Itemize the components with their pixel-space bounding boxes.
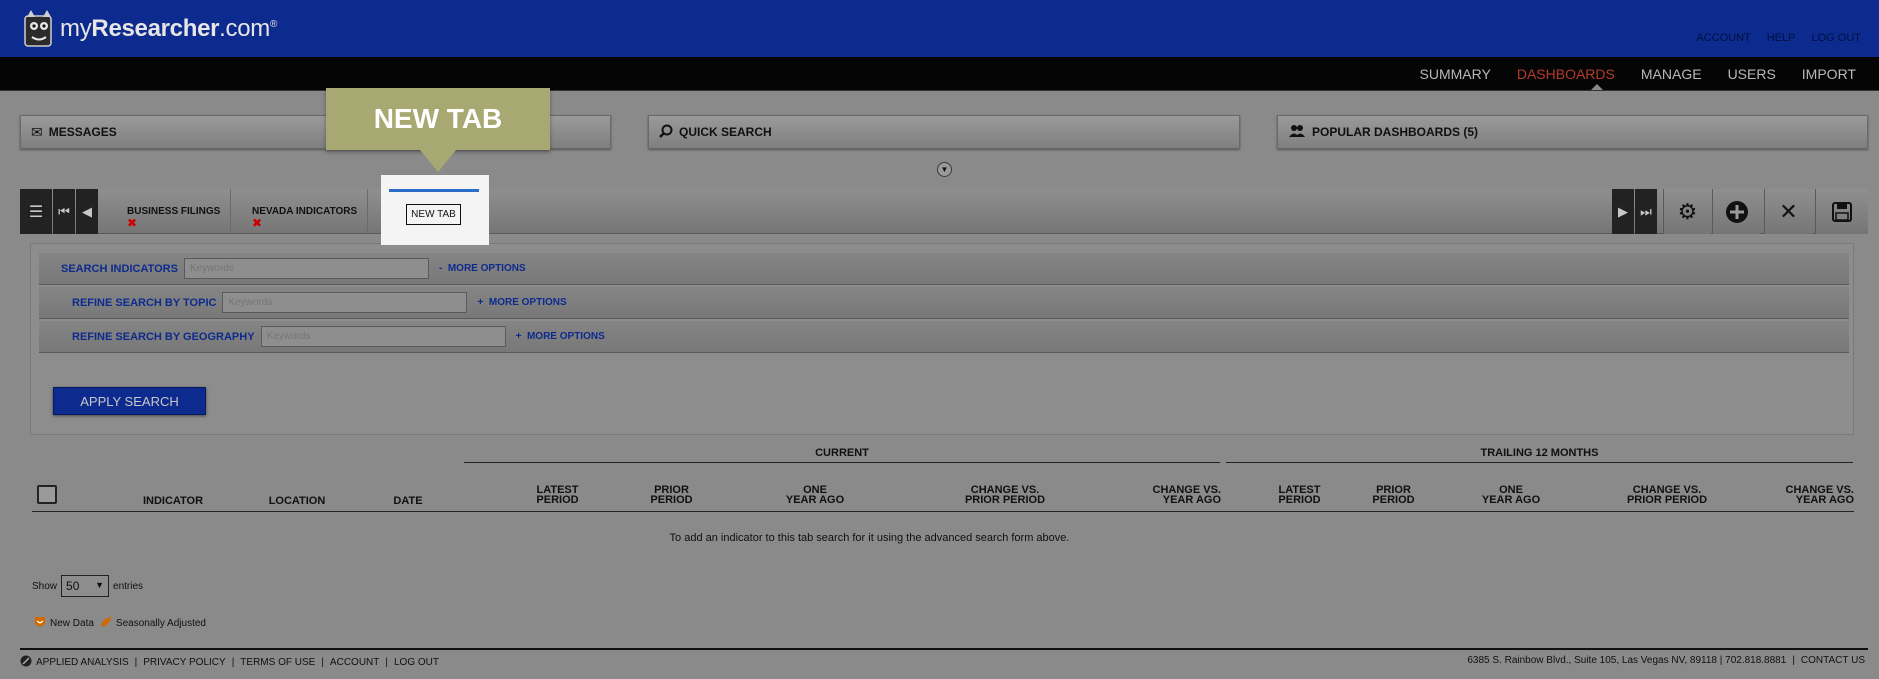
search-indicators-input[interactable] <box>183 258 429 279</box>
col-date[interactable]: DATE <box>385 496 431 507</box>
popular-dashboards-panel[interactable]: POPULAR DASHBOARDS (5) <box>1277 115 1868 149</box>
legend: New Data Seasonally Adjusted <box>34 616 206 631</box>
nav-dashboards[interactable]: DASHBOARDS <box>1504 66 1628 82</box>
footer-divider <box>20 648 1868 650</box>
tab-label: NEVADA INDICATORS <box>252 206 358 217</box>
refine-geography-label: REFINE SEARCH BY GEOGRAPHY <box>72 330 255 343</box>
nav-users[interactable]: USERS <box>1715 66 1789 82</box>
quick-search-panel[interactable]: QUICK SEARCH <box>648 115 1240 149</box>
select-all-checkbox[interactable] <box>37 485 57 504</box>
tab-label: BUSINESS FILINGS <box>127 206 221 217</box>
footer-links: APPLIED ANALYSIS | PRIVACY POLICY | TERMS … <box>20 655 439 670</box>
refine-geography-input[interactable] <box>260 326 506 347</box>
refine-topic-input[interactable] <box>222 292 468 313</box>
footer-address: 6385 S. Rainbow Blvd., Suite 105, Las Ve… <box>1467 655 1787 666</box>
show-label: Show <box>32 580 58 592</box>
col-location[interactable]: LOCATION <box>262 496 332 507</box>
last-tab-icon[interactable]: ⏭ <box>1635 189 1657 234</box>
entries-suffix: entries <box>113 580 144 592</box>
search-icon <box>659 124 673 141</box>
footer-link-account[interactable]: ACCOUNT <box>330 657 379 668</box>
footer-link-logout[interactable]: LOG OUT <box>394 657 439 668</box>
active-nav-indicator <box>1591 84 1603 90</box>
save-icon[interactable] <box>1815 189 1868 234</box>
refine-topic-label: REFINE SEARCH BY TOPIC <box>72 296 217 309</box>
top-link-help[interactable]: HELP <box>1759 32 1804 44</box>
new-tab-label: NEW TAB <box>406 204 461 225</box>
footer-link-contact[interactable]: CONTACT US <box>1801 655 1865 666</box>
brand-name: myResearcher.com® <box>60 15 278 42</box>
nav-manage[interactable]: MANAGE <box>1628 66 1715 82</box>
tab-nevada-indicators[interactable]: NEVADA INDICATORS ✖ <box>240 189 369 234</box>
brand-logo[interactable]: myResearcher.com® <box>22 6 277 52</box>
new-tab-callout: NEW TAB <box>326 88 550 150</box>
gear-icon[interactable]: ⚙ <box>1663 189 1711 234</box>
tab-new[interactable]: NEW TAB <box>389 189 479 234</box>
show-entries: Show 50 ▼ entries <box>32 575 143 597</box>
footer-link-privacy[interactable]: PRIVACY POLICY <box>143 657 225 668</box>
entries-value: 50 <box>66 579 80 593</box>
top-links: ACCOUNT HELP LOG OUT <box>1688 32 1869 44</box>
list-icon[interactable]: ☰ <box>20 189 52 234</box>
applied-analysis-icon <box>20 655 32 670</box>
refine-topic-row: REFINE SEARCH BY TOPIC + MORE OPTIONS <box>39 287 1849 319</box>
mascot-icon <box>24 10 52 47</box>
more-options-toggle[interactable]: - MORE OPTIONS <box>439 263 526 274</box>
tab-strip: ☰ ⏮ ◀ BUSINESS FILINGS ✖ NEVADA INDICATO… <box>20 189 1868 234</box>
col-current-latest-period[interactable]: LATEST PERIOD <box>520 485 595 506</box>
col-current-change-vs-prior[interactable]: CHANGE VS. PRIOR PERIOD <box>950 485 1060 506</box>
nav-import[interactable]: IMPORT <box>1789 66 1869 82</box>
col-trailing-change-vs-year[interactable]: CHANGE VS. YEAR AGO <box>1754 485 1854 506</box>
col-current-one-year-ago[interactable]: ONE YEAR AGO <box>770 485 860 506</box>
footer-link-applied-analysis[interactable]: APPLIED ANALYSIS <box>36 657 129 668</box>
footer-link-terms[interactable]: TERMS OF USE <box>240 657 315 668</box>
envelope-icon: ✉ <box>31 123 43 140</box>
first-tab-icon[interactable]: ⏮ <box>53 189 75 234</box>
apply-search-button[interactable]: APPLY SEARCH <box>53 387 206 415</box>
add-icon[interactable] <box>1712 189 1760 234</box>
group-header-current: CURRENT <box>464 447 1220 463</box>
col-trailing-prior-period[interactable]: PRIOR PERIOD <box>1356 485 1431 506</box>
close-icon[interactable]: ✕ <box>1764 189 1812 234</box>
col-trailing-one-year-ago[interactable]: ONE YEAR AGO <box>1466 485 1556 506</box>
nav-summary[interactable]: SUMMARY <box>1407 66 1504 82</box>
search-indicators-row: SEARCH INDICATORS - MORE OPTIONS <box>39 253 1849 285</box>
popular-dashboards-label: POPULAR DASHBOARDS (5) <box>1312 125 1479 139</box>
refine-geography-row: REFINE SEARCH BY GEOGRAPHY + MORE OPTION… <box>39 321 1849 353</box>
col-current-change-vs-year[interactable]: CHANGE VS. YEAR AGO <box>1120 485 1221 506</box>
chevron-down-icon: ▼ <box>95 580 105 590</box>
tab-business-filings[interactable]: BUSINESS FILINGS ✖ <box>115 189 232 234</box>
quick-search-label: QUICK SEARCH <box>679 125 772 139</box>
footer-contact: 6385 S. Rainbow Blvd., Suite 105, Las Ve… <box>1467 655 1865 666</box>
table-header-divider <box>32 511 1854 512</box>
more-options-toggle[interactable]: + MORE OPTIONS <box>477 297 566 308</box>
search-panel: SEARCH INDICATORS - MORE OPTIONS REFINE … <box>30 243 1854 435</box>
col-indicator[interactable]: INDICATOR <box>138 496 208 507</box>
users-icon <box>1288 124 1306 141</box>
new-data-icon <box>34 616 46 631</box>
entries-select[interactable]: 50 ▼ <box>61 575 110 597</box>
table-empty-message: To add an indicator to this tab search f… <box>669 532 1070 544</box>
more-options-toggle[interactable]: + MORE OPTIONS <box>516 331 605 342</box>
search-indicators-label: SEARCH INDICATORS <box>61 262 178 275</box>
col-trailing-latest-period[interactable]: LATEST PERIOD <box>1262 485 1337 506</box>
chevron-down-icon[interactable]: ▼ <box>937 162 952 177</box>
previous-tab-icon[interactable]: ◀ <box>76 189 98 234</box>
group-header-trailing: TRAILING 12 MONTHS <box>1226 447 1853 463</box>
top-header: myResearcher.com® ACCOUNT HELP LOG OUT <box>0 0 1879 57</box>
top-link-logout[interactable]: LOG OUT <box>1803 32 1869 44</box>
leaf-icon <box>100 616 112 631</box>
callout-arrow <box>420 150 456 172</box>
new-data-label: New Data <box>50 618 94 629</box>
next-tab-icon[interactable]: ▶ <box>1612 189 1634 234</box>
col-current-prior-period[interactable]: PRIOR PERIOD <box>634 485 709 506</box>
col-trailing-change-vs-prior[interactable]: CHANGE VS. PRIOR PERIOD <box>1612 485 1722 506</box>
top-link-account[interactable]: ACCOUNT <box>1688 32 1758 44</box>
close-tab-icon[interactable]: ✖ <box>252 217 357 229</box>
messages-label: MESSAGES <box>48 125 117 139</box>
close-tab-icon[interactable]: ✖ <box>127 217 220 229</box>
seasonally-adjusted-label: Seasonally Adjusted <box>115 618 206 629</box>
